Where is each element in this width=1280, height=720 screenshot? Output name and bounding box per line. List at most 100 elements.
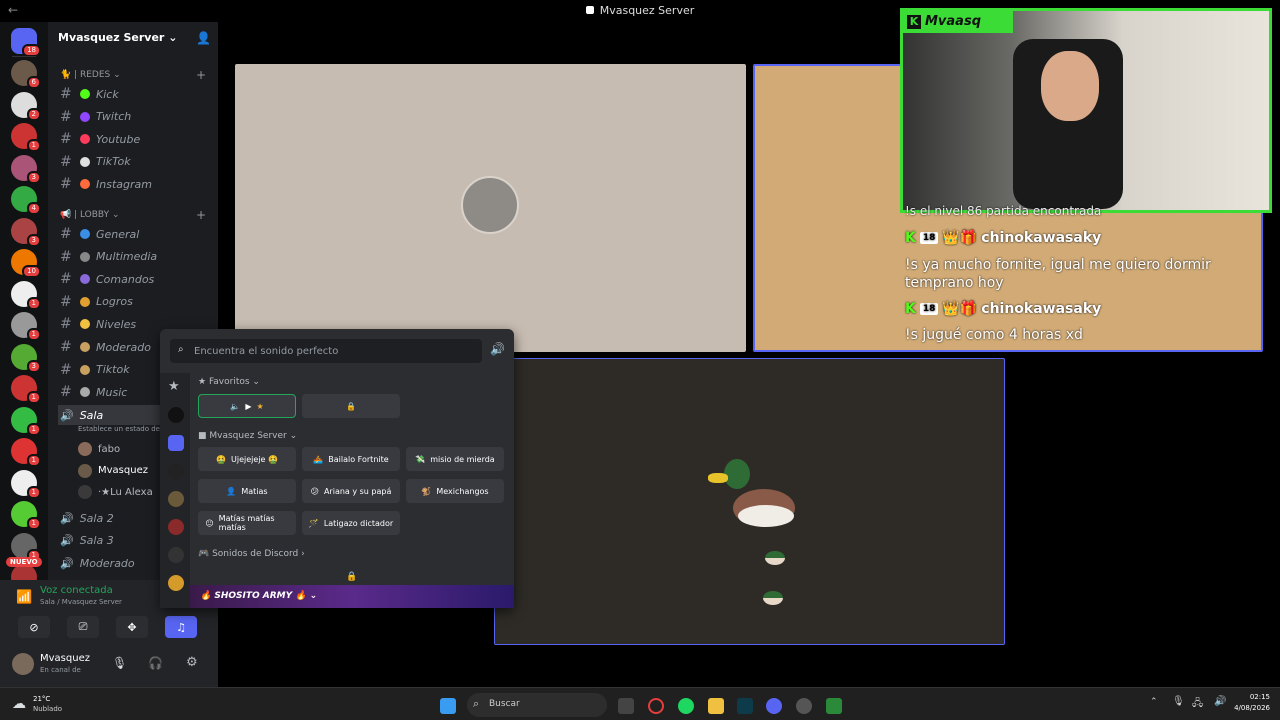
voice-user[interactable]: fabo — [78, 442, 120, 456]
add-channel-icon[interactable]: + — [196, 208, 206, 222]
text-channel[interactable]: # Music — [60, 382, 127, 402]
server-icon[interactable]: 3 — [11, 154, 41, 184]
server-icon[interactable] — [168, 575, 184, 591]
text-channel[interactable]: # Niveles — [60, 314, 136, 334]
voice-channel[interactable]: 🔊 Moderado — [60, 553, 135, 573]
clock-date[interactable]: 4/08/2026 — [1222, 704, 1270, 712]
favorite-sound-button[interactable]: 🔈 ▶ ★ — [198, 394, 296, 418]
sound-button[interactable]: 🪄 Latigazo dictador — [302, 511, 400, 535]
add-channel-icon[interactable]: + — [196, 68, 206, 82]
signal-icon[interactable]: 📶 — [16, 590, 32, 605]
app-icon[interactable] — [737, 698, 753, 714]
server-icon[interactable]: 3 — [11, 343, 41, 373]
voice-channel[interactable]: 🔊 Sala 3 — [60, 531, 114, 551]
video-tile-mvasquez[interactable] — [494, 358, 1005, 645]
server-icon[interactable]: 4 — [11, 186, 41, 215]
discord-home-icon[interactable]: 18 — [11, 28, 41, 57]
locked-sound-button[interactable]: 🔒 — [302, 394, 400, 418]
username[interactable]: Mvasquez — [40, 653, 90, 664]
task-view-icon[interactable] — [618, 698, 634, 714]
add-member-icon[interactable]: 👤 — [196, 31, 211, 45]
obs-icon[interactable] — [796, 698, 812, 714]
voice-user[interactable]: Mvasquez — [78, 463, 148, 478]
server-icon[interactable] — [168, 547, 184, 563]
text-channel[interactable]: # Instagram — [60, 174, 152, 194]
server-icon[interactable]: 1 — [11, 438, 41, 467]
server-icon[interactable]: 1 — [11, 123, 41, 152]
text-channel[interactable]: # Multimedia — [60, 247, 157, 267]
server-icon[interactable]: 1 — [11, 501, 41, 530]
activities-button[interactable]: ✥ — [116, 616, 148, 638]
windows-start-icon[interactable] — [440, 698, 456, 714]
server-sounds-header[interactable]: ■ Mvasquez Server ⌄ — [198, 431, 297, 441]
video-tile-fabo[interactable] — [235, 64, 746, 352]
discord-icon[interactable] — [168, 435, 184, 451]
text-channel[interactable]: # Tiktok — [60, 360, 130, 380]
server-icon[interactable] — [168, 407, 184, 423]
text-channel[interactable]: # General — [60, 224, 139, 244]
play-icon[interactable]: ▶ — [245, 402, 251, 411]
discord-taskbar-icon[interactable] — [766, 698, 782, 714]
server-icon[interactable]: 1 — [11, 312, 41, 341]
sound-button[interactable]: 🐒 Mexichangos — [406, 479, 504, 503]
server-name[interactable]: Mvasquez Server ⌄ — [58, 31, 177, 44]
app-icon[interactable] — [826, 698, 842, 714]
category-lobby[interactable]: 📢 | LOBBY ⌄ — [60, 210, 120, 220]
server-icon[interactable]: 2 — [11, 91, 41, 121]
file-explorer-icon[interactable] — [708, 698, 724, 714]
soundboard-button[interactable]: ♫ — [165, 616, 197, 638]
weather-desc: Nublado — [33, 705, 63, 713]
server-icon[interactable]: 1 — [11, 469, 41, 499]
sound-button[interactable]: 🤮 Ujejejeje 🤮 — [198, 447, 296, 471]
camera-off-button[interactable]: ⊘ — [18, 616, 50, 638]
voice-user[interactable]: ·★Lu Alexa — [78, 485, 153, 499]
server-icon[interactable]: 1 — [11, 532, 41, 562]
server-icon[interactable] — [168, 519, 184, 535]
voice-channel[interactable]: 🔊 Sala 2 — [60, 508, 114, 528]
server-icon[interactable]: 10 — [11, 249, 41, 278]
settings-gear-icon[interactable]: ⚙ — [186, 655, 198, 670]
star-icon[interactable]: ★ — [168, 379, 184, 395]
sound-button[interactable]: 💸 misio de mierda — [406, 447, 504, 471]
soundboard-search-input[interactable]: ⌕ Encuentra el sonido perfecto — [170, 339, 482, 363]
microphone-icon[interactable]: 🎙 — [1172, 696, 1185, 707]
cloud-icon[interactable]: ☁ — [12, 696, 26, 712]
sound-button[interactable]: 👤 Matias — [198, 479, 296, 503]
star-icon[interactable]: ★ — [256, 402, 263, 411]
favorites-header[interactable]: ★ Favoritos ⌄ — [198, 377, 260, 387]
text-channel[interactable]: # Twitch — [60, 107, 131, 127]
sound-button[interactable]: 😐 Matías matías matías — [198, 511, 296, 535]
server-icon[interactable]: 1 — [11, 375, 41, 404]
server-icon[interactable] — [168, 463, 184, 479]
server-icon[interactable] — [168, 491, 184, 507]
discord-sounds-header[interactable]: 🎮 Sonidos de Discord › — [198, 549, 305, 559]
chevron-up-icon[interactable]: ⌃ — [1150, 697, 1158, 707]
opera-icon[interactable] — [648, 698, 664, 714]
text-channel[interactable]: # Youtube — [60, 129, 140, 149]
voice-status-label[interactable]: Voz conectada — [40, 585, 113, 596]
sound-button[interactable]: 😕 Ariana y su papá — [302, 479, 400, 503]
text-channel[interactable]: # Logros — [60, 292, 133, 312]
server-icon[interactable]: 6 — [11, 60, 41, 89]
text-channel[interactable]: # Kick — [60, 84, 119, 104]
screen-share-button[interactable]: ⎚ — [67, 616, 99, 638]
microphone-icon[interactable]: 🎙 — [112, 656, 127, 670]
shosito-army-section[interactable]: 🔥 SHOSITO ARMY 🔥 ⌄ — [190, 585, 514, 608]
notification-badge: 3 — [26, 233, 41, 247]
weather-temp[interactable]: 21°C — [33, 695, 50, 703]
text-channel[interactable]: # TikTok — [60, 152, 131, 172]
category-redes[interactable]: 🐈 | REDES ⌄ — [60, 70, 121, 80]
avatar[interactable] — [12, 653, 34, 675]
volume-icon[interactable]: 🔊 — [490, 342, 505, 356]
sound-button[interactable]: 🚣 Bailalo Fortnite — [302, 447, 400, 471]
network-icon[interactable]: 🖧 — [1192, 696, 1203, 713]
spotify-icon[interactable] — [678, 698, 694, 714]
server-icon[interactable]: 1 — [11, 406, 41, 436]
text-channel[interactable]: # Moderado — [60, 337, 151, 357]
taskbar-search[interactable]: ⌕ Buscar — [467, 693, 607, 717]
text-channel[interactable]: # Comandos — [60, 269, 154, 289]
clock-time[interactable]: 02:15 — [1222, 693, 1270, 701]
headphones-icon[interactable]: 🎧 — [148, 656, 163, 670]
server-icon[interactable]: 1 — [11, 280, 41, 310]
server-icon[interactable]: 3 — [11, 217, 41, 247]
